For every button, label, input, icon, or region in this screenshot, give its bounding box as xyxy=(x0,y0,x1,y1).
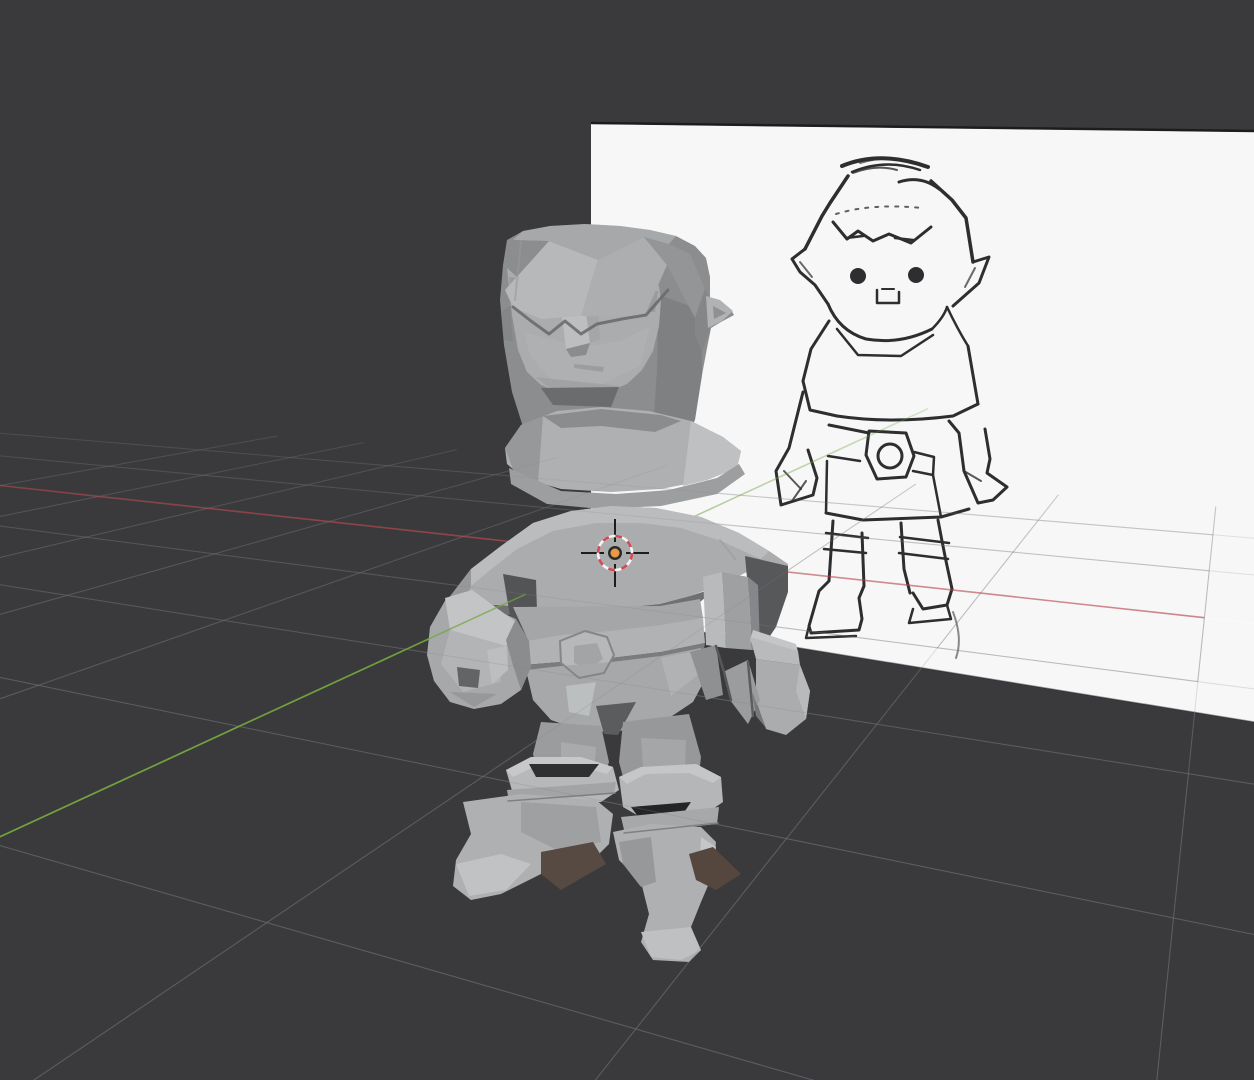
viewport-canvas[interactable] xyxy=(0,0,1254,1080)
blender-3d-viewport[interactable] xyxy=(0,0,1254,1080)
